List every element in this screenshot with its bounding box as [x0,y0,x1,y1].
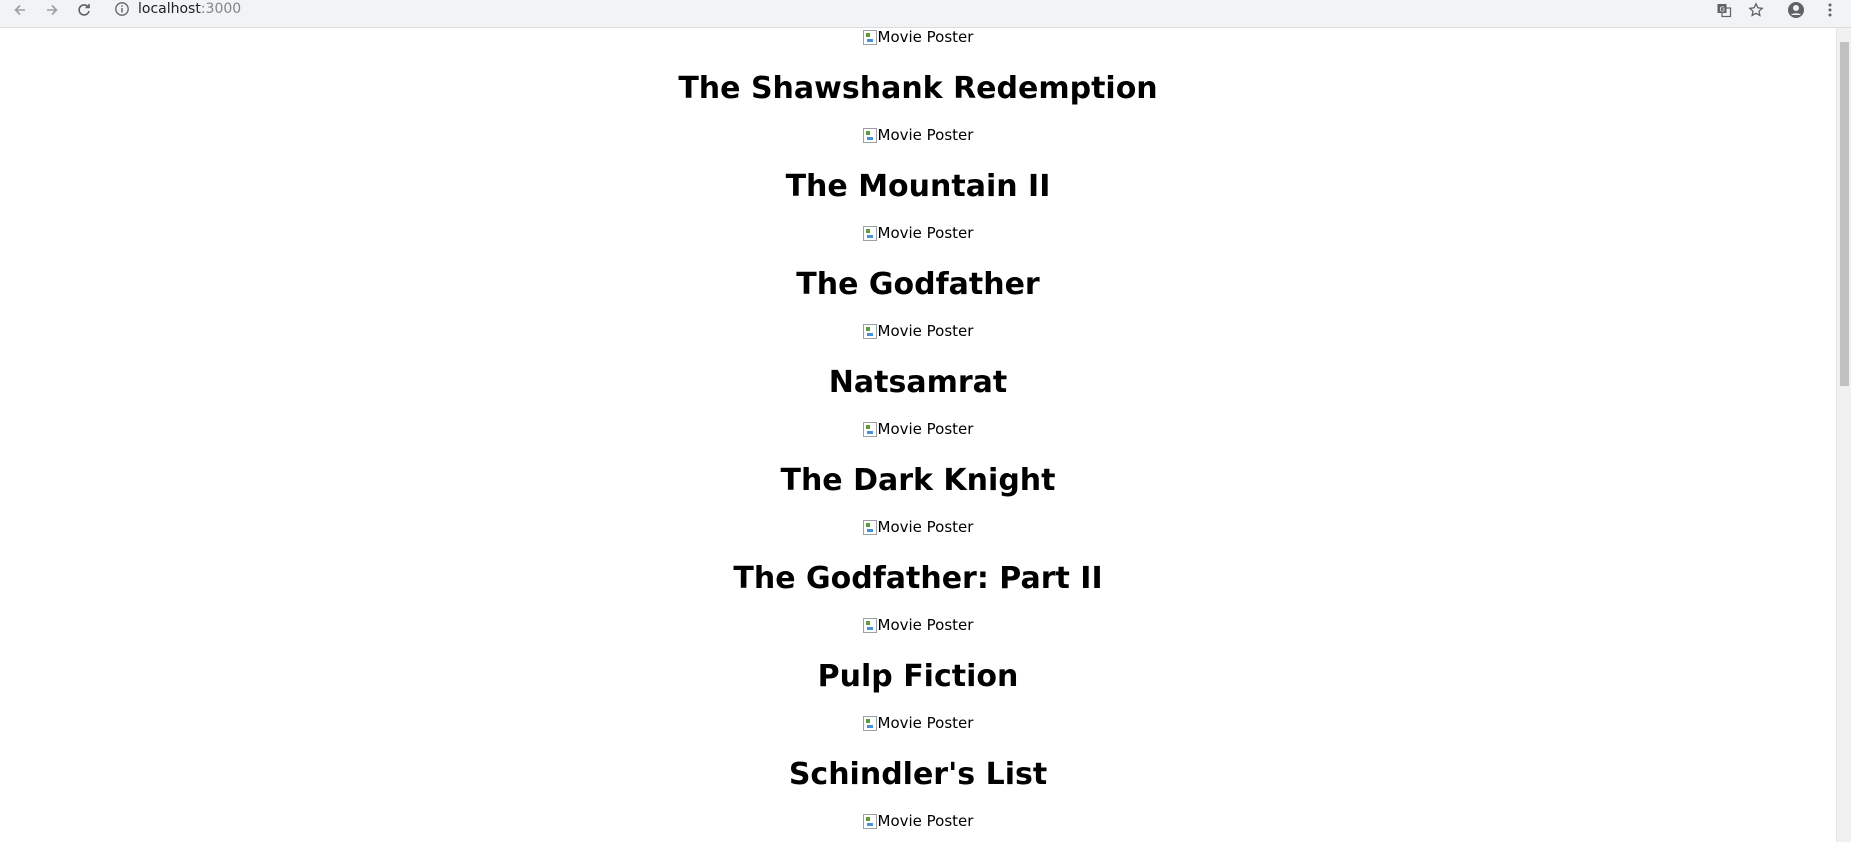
poster-alt-text: Movie Poster [877,616,974,634]
movie-title: Schindler's List [788,756,1048,792]
movie-card: Movie Poster The Godfather: Part II [0,518,1836,597]
translate-icon: G [1717,4,1732,18]
movie-poster: Movie Poster [862,126,974,144]
movie-poster: Movie Poster [862,322,974,340]
movie-title: The Dark Knight [780,462,1056,498]
poster-alt-text: Movie Poster [877,420,974,438]
scrollbar-thumb[interactable] [1840,42,1849,386]
movie-title: The Godfather: Part II [733,560,1103,596]
broken-image-icon [862,323,877,339]
movie-list: Movie Poster The Shawshank Redemption Mo… [0,28,1836,842]
movie-card: Movie Poster The Shawshank Redemption [0,28,1836,107]
browser-toolbar: localhost:3000 G [0,0,1851,28]
forward-button[interactable] [38,0,66,20]
broken-image-icon [862,225,877,241]
broken-image-icon [862,715,877,731]
poster-alt-text: Movie Poster [877,322,974,340]
broken-image-icon [862,519,877,535]
svg-text:G: G [1720,6,1725,14]
bookmark-button[interactable] [1742,0,1770,20]
movie-card: Movie Poster The Godfather [0,224,1836,303]
broken-image-icon [862,127,877,143]
reload-icon [78,4,90,16]
broken-image-icon [862,421,877,437]
poster-alt-text: Movie Poster [877,126,974,144]
movie-poster: Movie Poster [862,224,974,242]
movie-title: Pulp Fiction [817,658,1019,694]
profile-button[interactable] [1782,0,1810,20]
menu-button[interactable] [1816,0,1844,20]
movie-poster: Movie Poster [862,812,974,830]
poster-alt-text: Movie Poster [877,28,974,46]
movie-poster: Movie Poster [862,420,974,438]
account-icon [1788,2,1804,18]
more-vert-icon [1828,3,1832,17]
star-icon [1748,2,1764,17]
movie-card: Movie Poster The Mountain II [0,126,1836,205]
movie-poster: Movie Poster [862,518,974,536]
url-host: localhost [138,1,201,17]
poster-alt-text: Movie Poster [877,518,974,536]
movie-title: Natsamrat [828,364,1008,400]
url-port: :3000 [200,1,242,17]
movie-poster: Movie Poster [862,28,974,46]
broken-image-icon [862,617,877,633]
movie-title: The Shawshank Redemption [678,70,1158,106]
movie-title: The Mountain II [785,168,1051,204]
info-icon[interactable] [114,1,130,17]
vertical-scrollbar[interactable] [1836,28,1851,842]
movie-card: Movie Poster The Dark Knight [0,420,1836,499]
back-button[interactable] [6,0,34,20]
arrow-left-icon [14,4,25,16]
poster-alt-text: Movie Poster [877,714,974,732]
broken-image-icon [862,813,877,829]
poster-alt-text: Movie Poster [877,224,974,242]
movie-poster: Movie Poster [862,616,974,634]
movie-card: Movie Poster [0,812,1836,833]
broken-image-icon [862,29,877,45]
movie-title: The Godfather [796,266,1040,302]
arrow-right-icon [47,4,58,16]
movie-poster: Movie Poster [862,714,974,732]
movie-card: Movie Poster Natsamrat [0,322,1836,401]
translate-button[interactable]: G [1710,0,1738,20]
address-bar[interactable]: localhost:3000 [138,0,241,18]
reload-button[interactable] [70,0,98,20]
poster-alt-text: Movie Poster [877,812,974,830]
movie-card: Movie Poster Pulp Fiction [0,616,1836,695]
movie-card: Movie Poster Schindler's List [0,714,1836,793]
